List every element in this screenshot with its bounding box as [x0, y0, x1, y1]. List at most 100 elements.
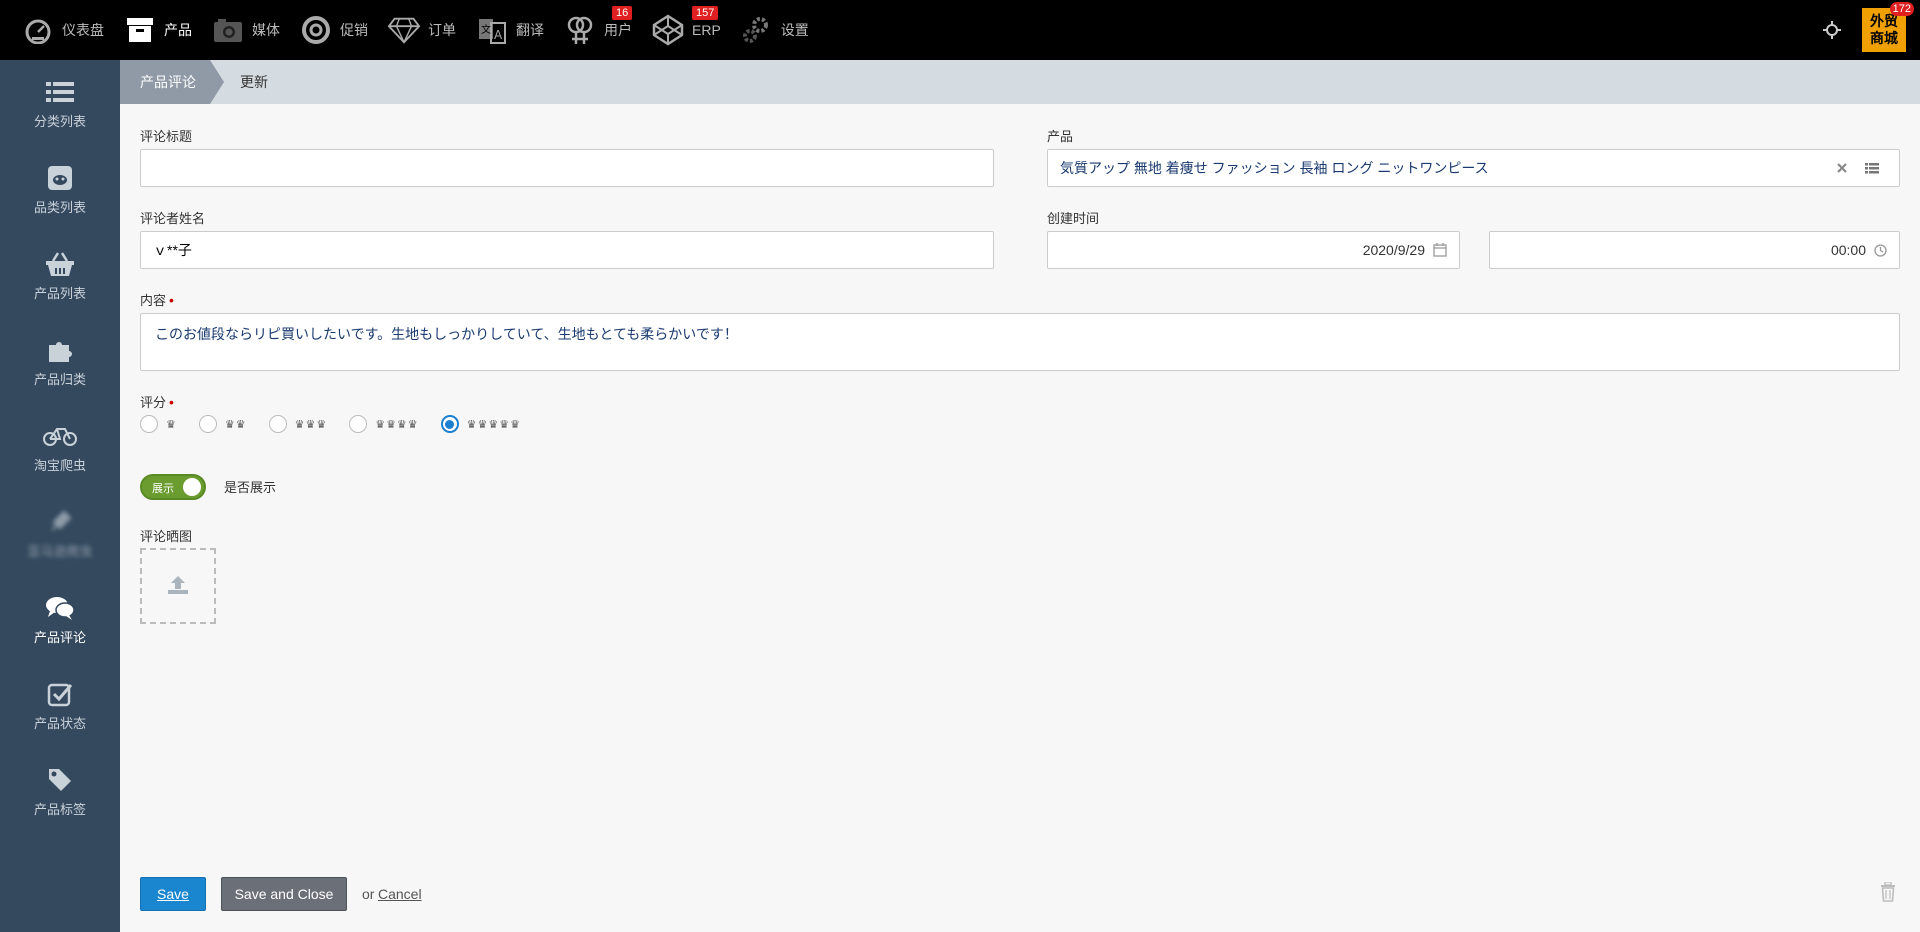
camera-icon — [212, 14, 244, 46]
product-value: 気質アップ 無地 着痩せ ファッション 長袖 ロング ニットワンピース — [1060, 160, 1489, 176]
image-upload[interactable] — [140, 548, 216, 624]
svg-text:文: 文 — [481, 23, 491, 36]
sidebar-item-category-list[interactable]: 分类列表 — [0, 60, 120, 146]
rating-radio-2[interactable] — [198, 415, 217, 433]
sidebar-item-label: 淘宝爬虫 — [33, 457, 86, 473]
breadcrumb-product-review[interactable]: 产品评论 — [120, 60, 224, 104]
puzzle-icon — [47, 335, 73, 365]
shop-button[interactable]: 外贸 商城 172 — [1862, 2, 1914, 52]
date-field[interactable]: 2020/9/29 — [1047, 231, 1460, 269]
topbar-right: 外贸 商城 172 — [1812, 0, 1920, 60]
shop-line2: 商城 — [1870, 30, 1898, 46]
sidebar-item-label: 分类列表 — [33, 113, 86, 129]
translate-icon: A文 — [476, 14, 508, 46]
rating-group: ♛ ♛♛ ♛♛♛ ♛♛♛♛ ♛♛♛♛♛ — [140, 414, 543, 434]
or-text: or — [362, 886, 375, 902]
required-marker: • — [169, 394, 174, 410]
product-select[interactable]: 気質アップ 無地 着痩せ ファッション 長袖 ロング ニットワンピース — [1047, 149, 1900, 187]
diamond-icon — [388, 14, 420, 46]
sidebar-item-amazon-crawler[interactable]: 亚马逊爬虫 — [0, 490, 120, 576]
sidebar-item-label: 产品列表 — [33, 285, 86, 301]
sidebar-item-product-categorize[interactable]: 产品归类 — [0, 318, 120, 404]
content-label-text: 内容 — [140, 293, 167, 308]
nav-media[interactable]: 媒体 — [202, 0, 290, 60]
sidebar-item-product-type-list[interactable]: 品类列表 — [0, 146, 120, 232]
time-field[interactable]: 00:00 — [1489, 231, 1900, 269]
title-field[interactable] — [140, 149, 994, 187]
sidebar-item-label: 产品评论 — [33, 629, 86, 645]
sidebar-item-label: 产品标签 — [33, 801, 86, 817]
content-label: 内容 • — [140, 290, 174, 309]
display-toggle[interactable]: 展示 — [140, 474, 206, 500]
rating-label-text: 评分 — [140, 395, 167, 410]
rating-radio-5[interactable] — [440, 415, 459, 433]
reddit-icon — [47, 163, 73, 193]
nav-label: ERP — [692, 22, 721, 38]
erp-badge: 157 — [692, 6, 719, 20]
svg-text:A: A — [494, 28, 503, 42]
rating-option-2: ♛♛ — [224, 418, 247, 431]
toggle-knob — [183, 478, 201, 496]
sidebar-item-taobao-crawler[interactable]: 淘宝爬虫 — [0, 404, 120, 490]
gender-icon — [564, 14, 596, 46]
image-label: 评论晒图 — [140, 529, 193, 544]
sidebar-item-label: 亚马逊爬虫 — [27, 543, 93, 559]
rating-option-4: ♛♛♛♛ — [375, 418, 419, 431]
nav-label: 媒体 — [252, 22, 280, 38]
dashboard-icon — [22, 14, 54, 46]
trash-icon[interactable] — [1880, 881, 1900, 906]
nav-translate[interactable]: A文 翻译 — [466, 0, 554, 60]
crosshair-icon[interactable] — [1812, 0, 1852, 60]
nav-promotion[interactable]: 促销 — [290, 0, 378, 60]
nav-label: 产品 — [164, 22, 192, 38]
rating-option-3: ♛♛♛ — [294, 418, 328, 431]
rating-radio-3[interactable] — [268, 415, 287, 433]
reviewer-field[interactable] — [140, 231, 994, 269]
nav-dashboard[interactable]: 仪表盘 — [12, 0, 114, 60]
product-label: 产品 — [1047, 129, 1074, 144]
cancel-link[interactable]: Cancel — [378, 886, 422, 902]
reviewer-input[interactable] — [153, 232, 981, 268]
content-textarea[interactable]: このお値段ならリピ買いしたいです。生地もしっかりしていて、生地もとても柔らかいで… — [140, 313, 1900, 371]
comments-icon — [45, 593, 75, 623]
toggle-label: 展示 — [152, 483, 174, 495]
clear-icon[interactable] — [1827, 163, 1857, 173]
sidebar-item-product-review[interactable]: 产品评论 — [0, 576, 120, 662]
toggle-caption: 是否展示 — [224, 480, 277, 495]
check-square-icon — [47, 679, 73, 709]
users-badge: 16 — [612, 6, 633, 20]
sidebar-item-product-status[interactable]: 产品状态 — [0, 662, 120, 748]
shop-badge: 172 — [1889, 2, 1914, 16]
created-label: 创建时间 — [1047, 211, 1100, 226]
sidebar-item-label: 产品归类 — [33, 371, 86, 387]
nav-label: 翻译 — [516, 22, 544, 38]
rating-label: 评分 • — [140, 392, 174, 411]
nav-erp[interactable]: ERP 157 — [642, 0, 731, 60]
required-marker: • — [169, 292, 174, 308]
rating-radio-1[interactable] — [140, 415, 158, 433]
title-input[interactable] — [153, 150, 981, 186]
sidebar-item-product-list[interactable]: 产品列表 — [0, 232, 120, 318]
sidebar: 分类列表 品类列表 产品列表 产品归类 淘宝爬虫 亚马逊爬虫 产品评论 产品状态… — [0, 60, 120, 932]
gears-icon — [741, 14, 773, 46]
sidebar-item-label: 品类列表 — [33, 199, 86, 215]
save-and-close-button[interactable]: Save and Close — [221, 877, 347, 911]
nav-label: 设置 — [780, 22, 809, 38]
nav-settings[interactable]: 设置 — [731, 0, 819, 60]
list-select-icon[interactable] — [1857, 162, 1887, 174]
tag-icon — [47, 765, 73, 795]
nav-label: 仪表盘 — [62, 22, 104, 38]
sidebar-item-product-tags[interactable]: 产品标签 — [0, 748, 120, 834]
nav-orders[interactable]: 订单 — [378, 0, 466, 60]
nav-label: 订单 — [428, 22, 456, 38]
basket-icon — [45, 249, 75, 279]
rating-radio-4[interactable] — [349, 415, 368, 433]
breadcrumb: 产品评论 更新 — [120, 60, 1920, 104]
clock-icon[interactable] — [1874, 243, 1887, 257]
nav-products[interactable]: 产品 — [114, 0, 202, 60]
nav-label: 用户 — [604, 22, 632, 38]
sidebar-item-label: 产品状态 — [33, 715, 86, 731]
save-button[interactable]: Save — [140, 877, 206, 911]
nav-users[interactable]: 用户 16 — [554, 0, 642, 60]
calendar-icon[interactable] — [1433, 243, 1447, 257]
